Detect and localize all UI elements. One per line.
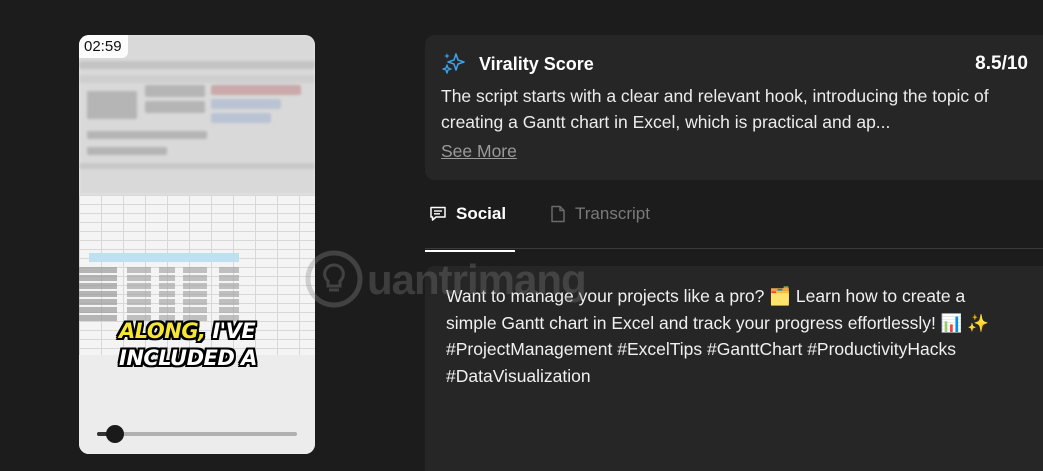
virality-score-description: The script starts with a clear and relev… xyxy=(441,86,989,132)
video-scrub-handle[interactable] xyxy=(106,425,124,443)
video-progress-bar[interactable] xyxy=(97,425,297,443)
video-timestamp: 02:59 xyxy=(79,35,128,58)
tab-social-label: Social xyxy=(456,204,507,223)
video-caption: ALONG, I'VE INCLUDED A xyxy=(119,318,279,372)
caption-text-line1: I'VE xyxy=(205,319,256,343)
virality-score-card: Virality Score 8.5/10 The script starts … xyxy=(425,35,1043,180)
caption-text-line2: INCLUDED A xyxy=(119,346,257,370)
sparkle-icon xyxy=(442,53,465,74)
video-player[interactable]: 02:59 ALONG, I'VE INCLUDED A xyxy=(79,35,315,454)
tab-social[interactable]: Social xyxy=(425,200,515,252)
caption-highlight-word: ALONG, xyxy=(119,319,206,343)
virality-score-value: 8.5/10 xyxy=(975,53,1028,74)
social-post-text: Want to manage your projects like a pro?… xyxy=(446,286,990,386)
content-tabs: Social Transcript xyxy=(425,200,1043,252)
see-more-link[interactable]: See More xyxy=(441,141,517,162)
tab-transcript[interactable]: Transcript xyxy=(550,200,650,250)
video-frame-excel-ribbon xyxy=(79,35,315,195)
document-icon xyxy=(551,205,565,223)
chat-icon xyxy=(430,206,446,221)
tab-transcript-label: Transcript xyxy=(575,204,650,223)
virality-score-title: Virality Score xyxy=(479,54,594,74)
social-post-panel: Want to manage your projects like a pro?… xyxy=(425,266,1043,471)
